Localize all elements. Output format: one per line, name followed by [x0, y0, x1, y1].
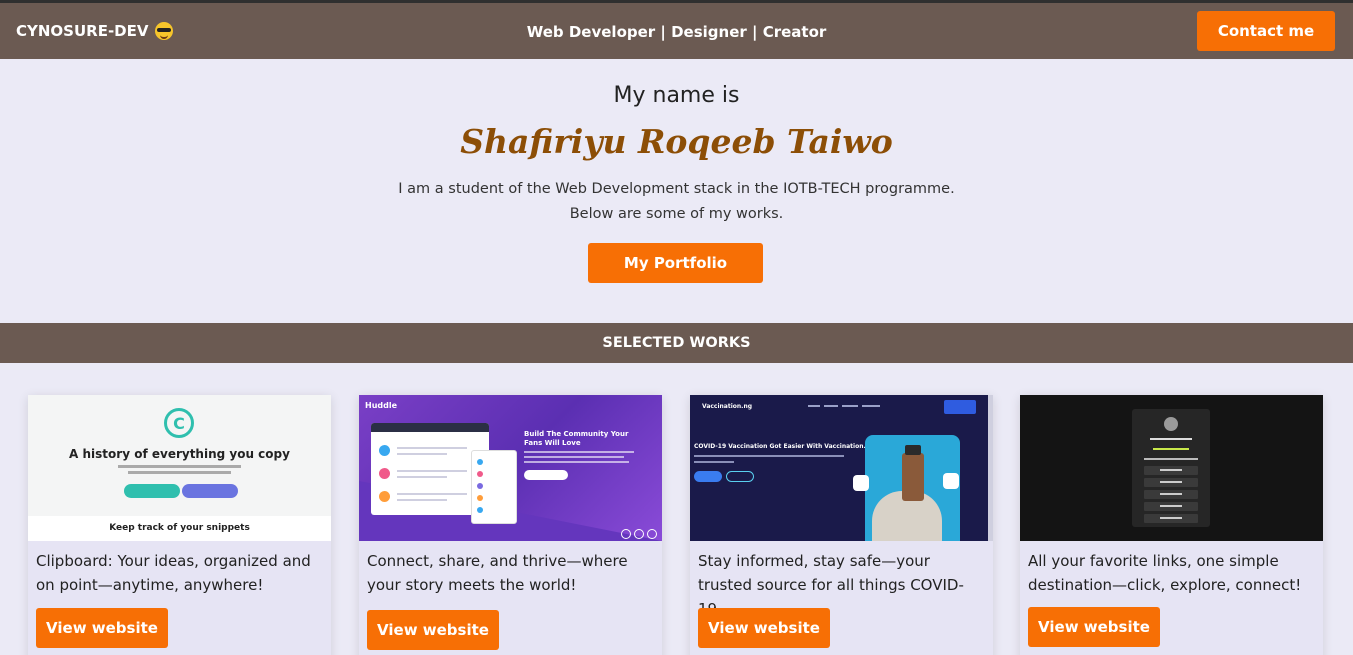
- hero-desc-line-1: I am a student of the Web Development st…: [398, 181, 955, 197]
- thumb-text-line: [118, 465, 241, 468]
- work-card-clipboard: C A history of everything you copy Keep …: [28, 395, 331, 655]
- thumb-heading: Build The Community Your Fans Will Love: [524, 430, 629, 447]
- header-tagline: Web Developer | Designer | Creator: [526, 23, 827, 41]
- thumb-primary-button: [694, 471, 722, 482]
- work-card-huddle: Huddle Build The Community Your Fans Wil…: [359, 395, 662, 655]
- thumb-heading: A history of everything you copy: [69, 447, 290, 461]
- twitter-icon: [634, 529, 644, 539]
- thumb-link-button: [1144, 514, 1198, 523]
- thumb-text-line: [524, 461, 629, 463]
- thumb-ios-button: [124, 484, 180, 498]
- work-description: Clipboard: Your ideas, organized and on …: [36, 552, 311, 594]
- avatar: [477, 471, 483, 477]
- thumb-brand: Huddle: [365, 401, 398, 410]
- mockup-line: [397, 493, 467, 495]
- thumb-mockup-panel: [471, 450, 517, 524]
- work-thumbnail-vaccination[interactable]: Vaccination.ng COVID-19 Vaccination Got …: [690, 395, 993, 541]
- avatar: [379, 491, 390, 502]
- mockup-line: [397, 476, 447, 478]
- top-navbar: CYNOSURE-DEV Web Developer | Designer | …: [0, 0, 1353, 59]
- facebook-icon: [621, 529, 631, 539]
- view-website-button[interactable]: View website: [698, 608, 830, 648]
- thumb-nav-item: [842, 405, 858, 407]
- avatar: [477, 495, 483, 501]
- selected-works-heading: SELECTED WORKS: [0, 323, 1353, 363]
- avatar: [477, 459, 483, 465]
- mockup-titlebar: [371, 423, 489, 432]
- work-description: Connect, share, and thrive—where your st…: [367, 552, 628, 594]
- thumb-badge: [853, 475, 869, 491]
- avatar: [379, 468, 390, 479]
- thumb-text-line: [524, 456, 624, 458]
- mockup-line: [397, 470, 467, 472]
- work-thumbnail-links[interactable]: [1020, 395, 1323, 541]
- thumb-text-line: [694, 455, 844, 457]
- thumb-link-button: [1144, 466, 1198, 475]
- avatar: [379, 445, 390, 456]
- view-website-button[interactable]: View website: [1028, 607, 1160, 647]
- thumb-link-button: [1144, 502, 1198, 511]
- avatar: [477, 507, 483, 513]
- hero-description: I am a student of the Web Development st…: [0, 177, 1353, 227]
- my-portfolio-button[interactable]: My Portfolio: [588, 243, 763, 283]
- thumb-brand: Vaccination.ng: [702, 403, 753, 410]
- thumb-secondary-button: [726, 471, 754, 482]
- hero-intro: My name is: [613, 83, 740, 108]
- work-thumbnail-huddle[interactable]: Huddle Build The Community Your Fans Wil…: [359, 395, 662, 541]
- thumb-text-line: [524, 451, 634, 453]
- thumb-vial: [902, 445, 924, 501]
- hero-desc-line-2: Below are some of my works.: [569, 206, 784, 222]
- thumb-heading: COVID-19 Vaccination Got Easier With Vac…: [694, 443, 875, 450]
- section-title: SELECTED WORKS: [602, 335, 751, 351]
- thumb-text-line: [1144, 458, 1198, 460]
- work-thumbnail-clipboard[interactable]: C A history of everything you copy Keep …: [28, 395, 331, 541]
- thumb-badge: [943, 473, 959, 489]
- work-card-links: All your favorite links, one simple dest…: [1020, 395, 1323, 655]
- thumb-text-line: [1153, 448, 1189, 450]
- work-description: All your favorite links, one simple dest…: [1028, 552, 1302, 594]
- thumb-text-line: [694, 461, 734, 463]
- thumb-nav-item: [824, 405, 838, 407]
- copyright-icon: C: [164, 408, 194, 438]
- thumb-text-line: [128, 471, 231, 474]
- avatar: [1164, 417, 1178, 431]
- thumb-nav-item: [808, 405, 820, 407]
- hero-name: Shafiriyu Roqeeb Taiwo: [460, 122, 893, 161]
- thumb-link-button: [1144, 490, 1198, 499]
- thumb-mac-button: [182, 484, 238, 498]
- thumb-link-button: [1144, 478, 1198, 487]
- thumb-scrollbar: [988, 395, 993, 541]
- avatar: [477, 483, 483, 489]
- mockup-line: [397, 447, 467, 449]
- thumb-nav-button: [944, 400, 976, 414]
- thumb-register-button: [524, 470, 568, 480]
- thumb-nav-item: [862, 405, 880, 407]
- view-website-button[interactable]: View website: [367, 610, 499, 650]
- mockup-line: [397, 453, 447, 455]
- thumb-footer: Keep track of your snippets: [109, 523, 250, 533]
- instagram-icon: [647, 529, 657, 539]
- mockup-line: [397, 499, 447, 501]
- work-card-vaccination: Vaccination.ng COVID-19 Vaccination Got …: [690, 395, 993, 655]
- thumb-text-line: [1150, 438, 1192, 440]
- view-website-button[interactable]: View website: [36, 608, 168, 648]
- contact-me-button[interactable]: Contact me: [1197, 11, 1335, 51]
